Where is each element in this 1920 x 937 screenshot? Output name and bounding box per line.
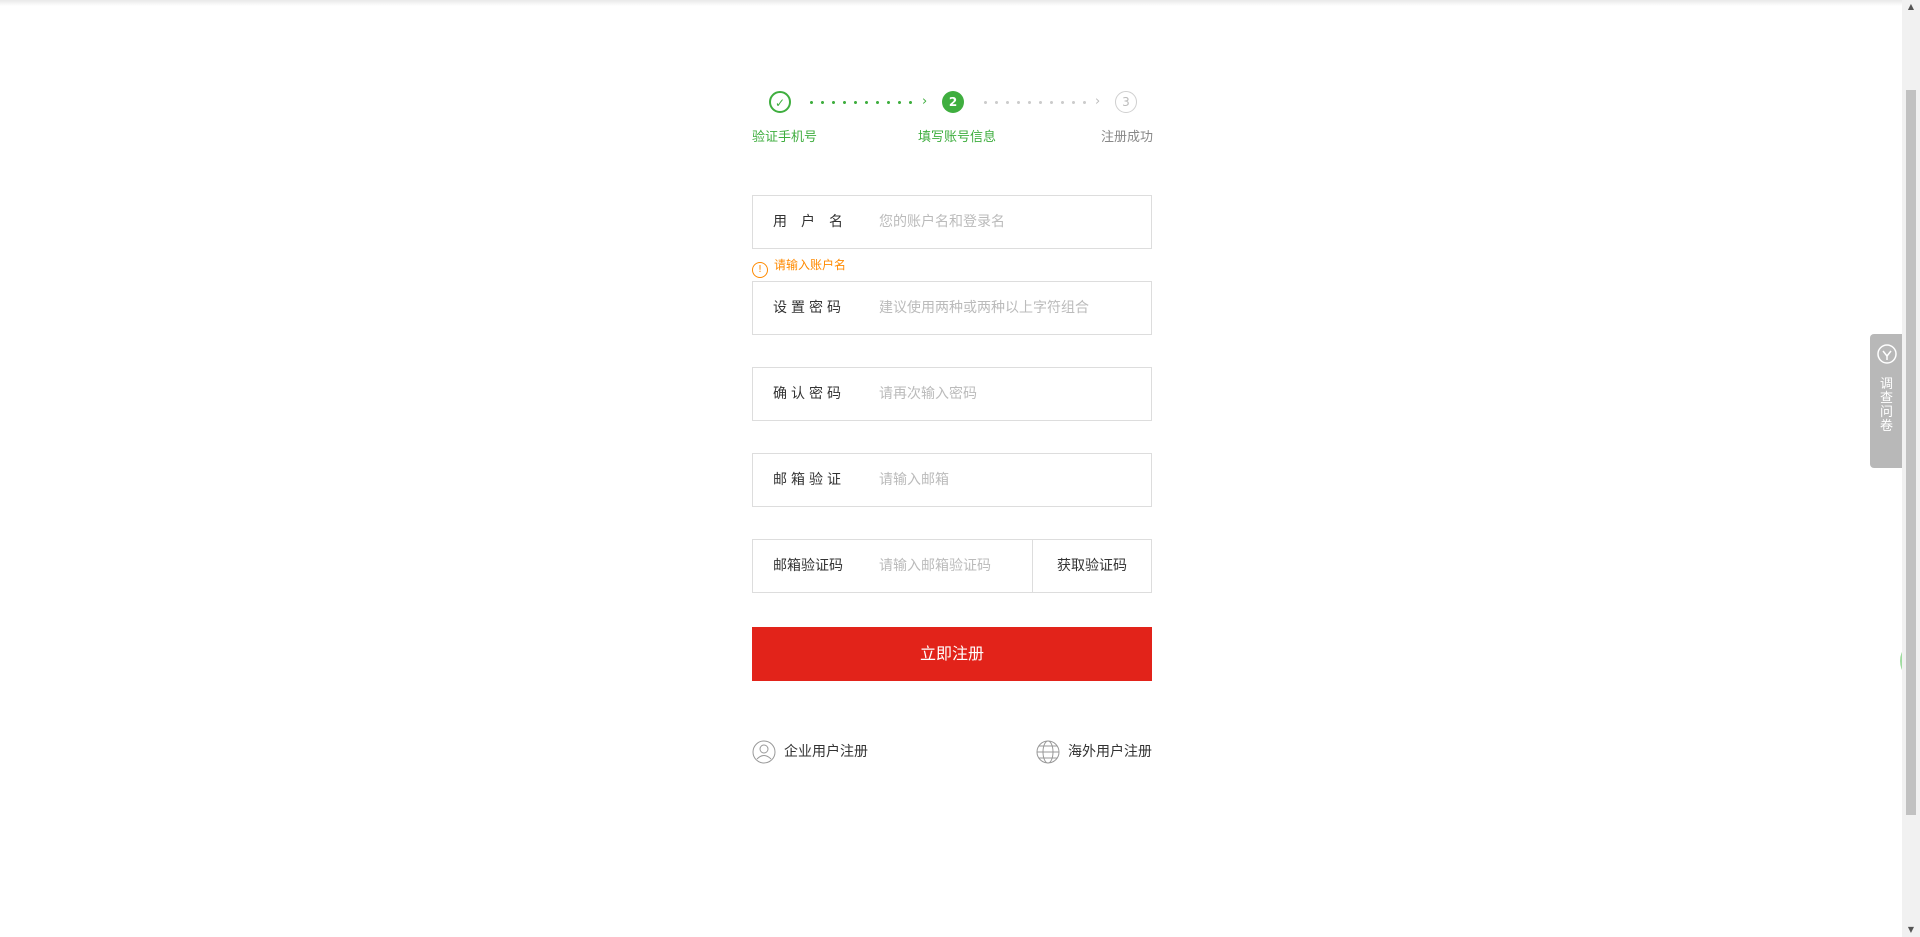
alternate-registration: 企业用户注册 海外用户注册 bbox=[752, 739, 1152, 765]
email-code-input[interactable] bbox=[879, 540, 1029, 592]
chevron-right-icon: › bbox=[1095, 94, 1101, 109]
survey-label: 调查问卷 bbox=[1879, 377, 1893, 434]
password-input[interactable] bbox=[879, 282, 1129, 334]
overseas-register-label: 海外用户注册 bbox=[1068, 744, 1152, 760]
scroll-down-arrow-icon[interactable]: ▼ bbox=[1902, 923, 1920, 937]
step-2-indicator: 2 bbox=[942, 91, 964, 113]
vertical-scrollbar[interactable]: ▲ ▼ bbox=[1902, 0, 1920, 937]
registration-form: 用户名 ! 请输入账户名 设置密码 确认密码 邮箱验证 邮箱验证码 获取验证码 立… bbox=[752, 195, 1152, 681]
warning-icon: ! bbox=[752, 262, 768, 278]
enterprise-register-link[interactable]: 企业用户注册 bbox=[752, 739, 868, 765]
email-label: 邮箱验证 bbox=[773, 472, 845, 488]
username-error-text: 请输入账户名 bbox=[774, 258, 847, 272]
step-connector-done bbox=[806, 101, 920, 104]
username-label: 用户名 bbox=[773, 214, 857, 230]
step-3-indicator: 3 bbox=[1115, 91, 1137, 113]
step-3-label: 注册成功 bbox=[1101, 130, 1154, 145]
scroll-up-arrow-icon[interactable]: ▲ bbox=[1902, 0, 1920, 14]
username-message-row: ! 请输入账户名 bbox=[752, 249, 1152, 281]
email-input[interactable] bbox=[879, 454, 1129, 506]
overseas-register-link[interactable]: 海外用户注册 bbox=[1036, 739, 1152, 765]
step-1-check-icon: ✓ bbox=[769, 91, 791, 113]
step-1-label: 验证手机号 bbox=[752, 130, 818, 145]
registration-steps: ✓ › 2 › 3 验证手机号 填写账号信息 注册成功 bbox=[752, 88, 1154, 148]
username-error: ! 请输入账户名 bbox=[752, 257, 846, 278]
survey-icon bbox=[1876, 344, 1897, 364]
get-code-button[interactable]: 获取验证码 bbox=[1032, 540, 1151, 592]
user-icon bbox=[752, 740, 776, 764]
step-connector-pending bbox=[980, 101, 1092, 104]
email-field: 邮箱验证 bbox=[752, 453, 1152, 507]
email-code-label: 邮箱验证码 bbox=[773, 558, 843, 574]
username-input[interactable] bbox=[879, 196, 1129, 248]
enterprise-register-label: 企业用户注册 bbox=[784, 744, 868, 760]
confirm-password-field: 确认密码 bbox=[752, 367, 1152, 421]
chevron-right-icon: › bbox=[922, 94, 928, 109]
password-field: 设置密码 bbox=[752, 281, 1152, 335]
top-shadow bbox=[0, 0, 1902, 6]
scroll-thumb[interactable] bbox=[1906, 90, 1916, 815]
password-label: 设置密码 bbox=[773, 300, 845, 316]
confirm-password-input[interactable] bbox=[879, 368, 1129, 420]
globe-icon bbox=[1036, 740, 1060, 764]
confirm-password-label: 确认密码 bbox=[773, 386, 845, 402]
username-field: 用户名 bbox=[752, 195, 1152, 249]
register-button[interactable]: 立即注册 bbox=[752, 627, 1152, 681]
email-code-field: 邮箱验证码 获取验证码 bbox=[752, 539, 1152, 593]
step-2-label: 填写账号信息 bbox=[918, 130, 997, 145]
survey-tab[interactable]: 调查问卷 bbox=[1870, 334, 1903, 468]
